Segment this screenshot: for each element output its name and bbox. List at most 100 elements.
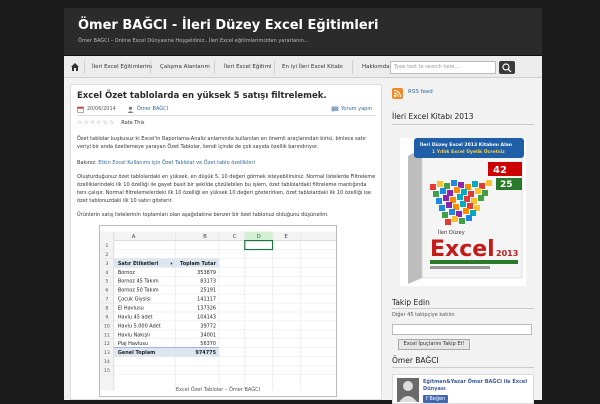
row-number[interactable]: 5	[105, 279, 108, 285]
book-cover-title: Excel	[430, 237, 495, 262]
col-c[interactable]: C	[233, 234, 237, 240]
nav-item-en-iyi-kitap[interactable]: En iyi İleri Excel Kitabı	[282, 56, 343, 78]
pivot-label-cell[interactable]: Havlu Nakışlı	[118, 332, 150, 338]
pivot-value-cell[interactable]: 34001	[200, 332, 216, 338]
cube-block	[442, 212, 448, 218]
paragraph-intro: Özet tablolar kuşkusuz ki Excel'in Rapor…	[77, 136, 367, 150]
post-title[interactable]: Excel Özet tablolarda en yüksek 5 satışı…	[77, 91, 327, 101]
cube-block	[440, 188, 446, 194]
post-meta: 20/06/2014 Ömer BAĞCI Yorum yapın	[77, 105, 375, 115]
pivot-label-cell[interactable]: Bornoz	[118, 270, 136, 276]
cube-block	[463, 208, 469, 214]
pivot-value-cell[interactable]: 56370	[200, 341, 216, 347]
follow-subtext: Diğer 45 takipçiye katılın	[392, 312, 455, 318]
star-icon[interactable]: ☆☆☆☆☆☆	[77, 119, 115, 126]
home-icon[interactable]	[70, 62, 80, 72]
book-cover-image[interactable]: İleri Düzey Excel 2013 Kitabını Alan 1 Y…	[400, 138, 526, 286]
avatar[interactable]	[397, 378, 419, 402]
nav-item-calisma-alanlarim[interactable]: Çalışma Alanlarım	[160, 56, 210, 78]
cube-block	[452, 216, 458, 222]
cube-block	[449, 209, 455, 215]
row-number[interactable]: 14	[104, 359, 110, 365]
post-author[interactable]: Ömer BAĞCI	[137, 106, 168, 112]
pivot-label-cell[interactable]: Genel Toplam	[118, 350, 155, 356]
calendar-icon	[77, 106, 84, 113]
row-number[interactable]: 7	[105, 297, 108, 303]
row-number[interactable]: 4	[105, 270, 108, 276]
cube-block	[457, 194, 463, 200]
row-number[interactable]: 6	[105, 288, 108, 294]
cube-block	[445, 219, 451, 225]
book-banner	[414, 138, 524, 158]
pivot-label-cell[interactable]: Satır Etiketleri	[118, 261, 159, 267]
rss-link[interactable]: RSS feed	[408, 89, 433, 95]
pivot-value-cell[interactable]: 39772	[200, 323, 216, 329]
email-field[interactable]	[392, 324, 532, 335]
figure-caption: Excel Özet Tablolar – Ömer BAĞCI	[175, 387, 261, 393]
price-text-2: 25	[500, 180, 513, 190]
cube-block	[446, 202, 452, 208]
post-date: 20/06/2014	[87, 106, 116, 112]
pivot-value-cell[interactable]: Toplam Tutar	[180, 261, 217, 267]
cube-block	[466, 215, 472, 221]
nav-item-ileri-excel-egitimi[interactable]: İleri Excel Eğitimi	[224, 56, 271, 78]
pivot-label-cell[interactable]: El Havlusu	[118, 306, 144, 312]
comment-icon	[331, 106, 339, 113]
book-widget-title: İleri Excel Kitabı 2013	[392, 112, 474, 121]
site-header: Ömer BAĞCI - İleri Düzey Excel Eğitimler…	[64, 8, 542, 56]
nav-item-egitimlerim[interactable]: İleri Excel Eğitimlerim	[92, 56, 152, 78]
row-number[interactable]: 11	[104, 332, 110, 338]
search-button[interactable]	[499, 61, 515, 74]
pivot-value-cell[interactable]: 25191	[200, 288, 216, 294]
cube-block	[478, 195, 484, 201]
fb-page-name[interactable]: Eğitmen&Yazar Ömer BAĞCI ile Excel Dünya…	[423, 379, 531, 393]
pivot-label-cell[interactable]: Plaj Havlusu	[118, 341, 148, 347]
row-number[interactable]: 13	[104, 350, 110, 356]
pivot-value-cell[interactable]: 974775	[195, 350, 216, 356]
site-title[interactable]: Ömer BAĞCI - İleri Düzey Excel Eğitimler…	[78, 18, 379, 33]
row-number[interactable]: 15	[104, 368, 110, 374]
pivot-label-cell[interactable]: Çocuk Giysisi	[118, 297, 151, 303]
pivot-value-cell[interactable]: 353879	[197, 270, 216, 276]
cube-block	[433, 191, 439, 197]
row-number[interactable]: 2	[105, 252, 108, 258]
pivot-value-cell[interactable]: 104143	[197, 314, 216, 320]
cube-block	[439, 205, 445, 211]
rss-icon[interactable]	[392, 88, 403, 99]
row-number[interactable]: 3	[105, 261, 108, 267]
pivot-label-cell[interactable]: Havlu 5.000 Adet	[118, 323, 161, 329]
row-number[interactable]: 8	[105, 306, 108, 312]
divider	[392, 308, 534, 309]
row-number[interactable]: 1	[105, 243, 108, 249]
price-text: 42	[493, 165, 507, 176]
col-b[interactable]: B	[203, 234, 207, 240]
cube-block	[430, 184, 436, 190]
pivot-label-cell[interactable]: Bornoz 50 Takım	[118, 288, 159, 294]
row-number[interactable]: 12	[104, 341, 110, 347]
rate-label: Rate This	[121, 120, 145, 126]
row-number[interactable]: 9	[105, 314, 108, 320]
divider	[392, 367, 534, 368]
col-d[interactable]: D	[257, 234, 261, 240]
pivot-value-cell[interactable]: 83173	[200, 279, 216, 285]
main-nav: İleri Excel Eğitimlerim Çalışma Alanları…	[64, 56, 542, 78]
pivot-label-cell[interactable]: Havlu 45 adet	[118, 314, 153, 320]
cube-block	[436, 198, 442, 204]
pivot-label-cell[interactable]: Bornoz 45 Takım	[118, 279, 159, 285]
follow-widget-title: Takip Edin	[392, 298, 430, 307]
see-also-link[interactable]: Etkin Excel Kullanımı için Özet Tablolar…	[98, 160, 255, 166]
pivot-value-cell[interactable]: 137326	[197, 306, 216, 312]
page-wrapper: Ömer BAĞCI - İleri Düzey Excel Eğitimler…	[64, 8, 542, 404]
user-icon	[127, 106, 134, 113]
row-number[interactable]: 10	[104, 323, 110, 329]
col-a[interactable]: A	[132, 234, 136, 240]
pivot-value-cell[interactable]: 141117	[197, 297, 216, 303]
comment-link[interactable]: Yorum yapın	[341, 106, 372, 112]
search-input[interactable]: Type text to search here...	[390, 61, 496, 74]
fb-like-button[interactable]: f Beğen	[423, 395, 449, 403]
cube-block	[437, 181, 443, 187]
col-e[interactable]: E	[284, 234, 288, 240]
star-rating[interactable]: ☆☆☆☆☆☆ Rate This	[77, 119, 144, 126]
subscribe-button[interactable]: Excel İpuçlarını Takip Et!	[398, 339, 470, 350]
cube-block	[451, 180, 457, 186]
